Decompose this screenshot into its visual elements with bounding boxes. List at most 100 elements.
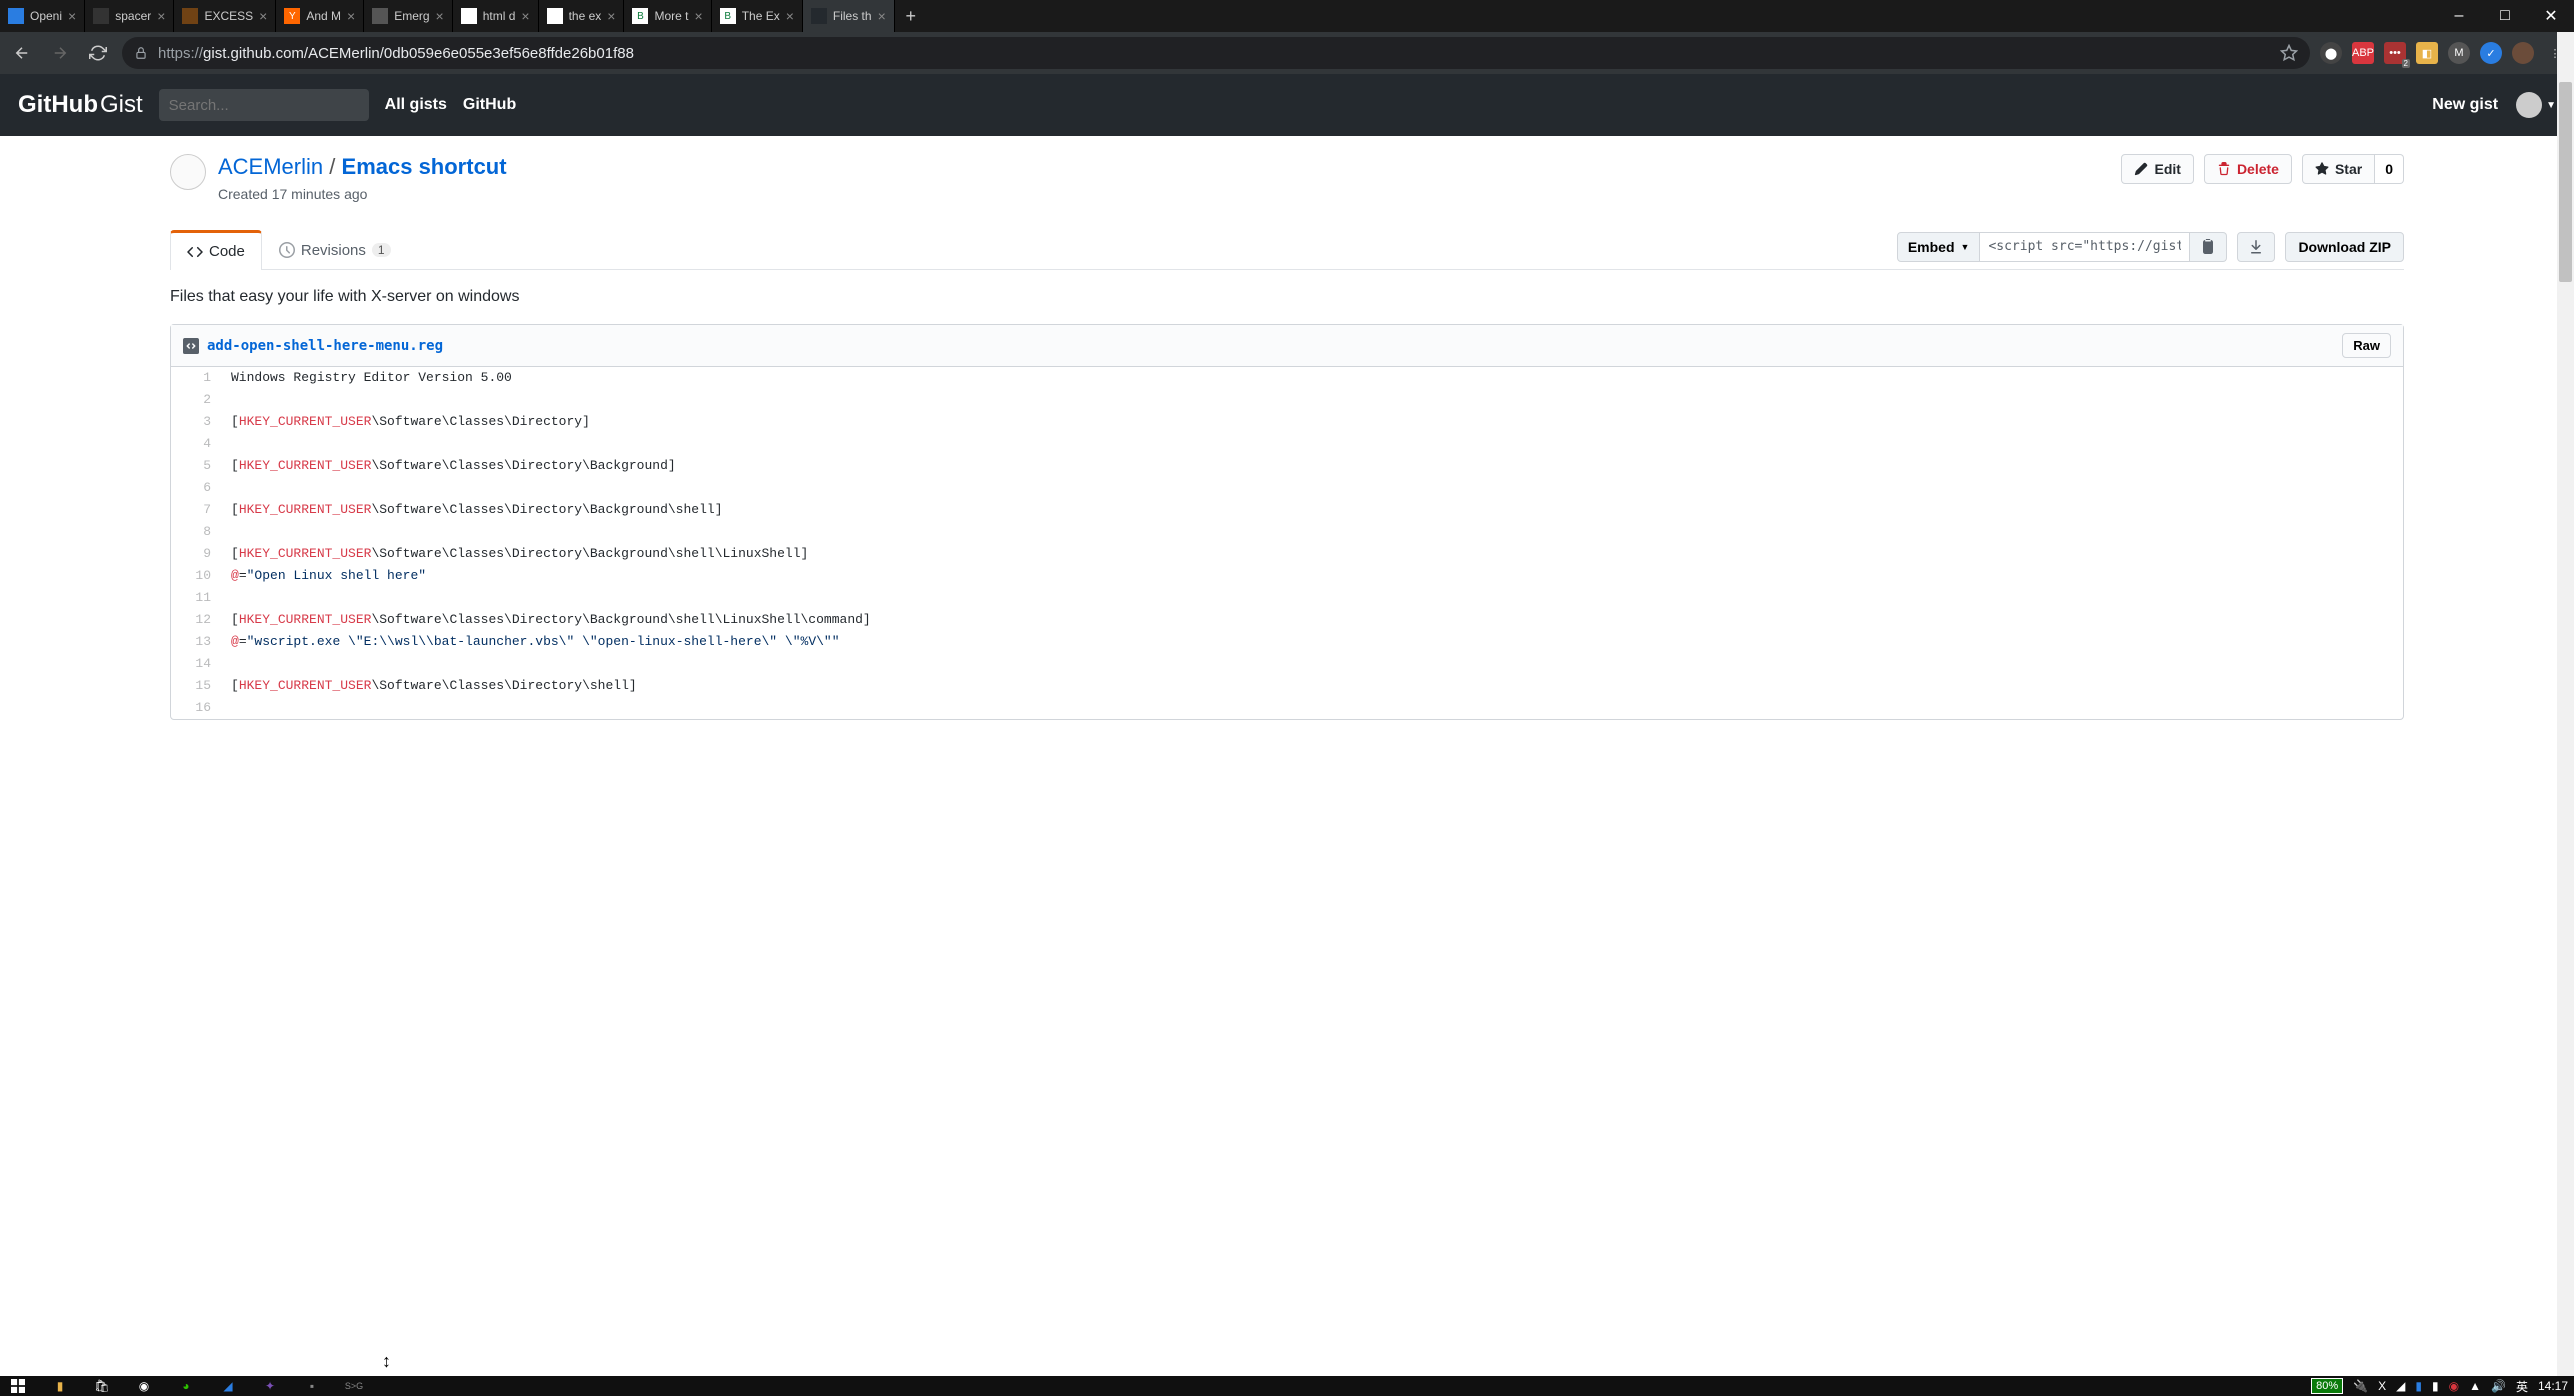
line-number[interactable]: 3	[171, 411, 221, 433]
abp-extension-icon[interactable]: ABP	[2352, 42, 2374, 64]
back-button[interactable]	[8, 39, 36, 67]
code-content[interactable]	[221, 477, 2403, 499]
line-number[interactable]: 11	[171, 587, 221, 609]
browser-tab[interactable]: BMore t×	[624, 0, 711, 32]
line-number[interactable]: 4	[171, 433, 221, 455]
edit-button[interactable]: Edit	[2121, 154, 2193, 184]
code-content[interactable]: @="wscript.exe \"E:\\wsl\\bat-launcher.v…	[221, 631, 2403, 653]
extension-icon[interactable]: ◧	[2416, 42, 2438, 64]
chrome-icon[interactable]: ◉	[132, 1376, 156, 1396]
address-bar[interactable]: https://gist.github.com/ACEMerlin/0db059…	[122, 37, 2310, 69]
profile-avatar-icon[interactable]	[2512, 42, 2534, 64]
code-content[interactable]: [HKEY_CURRENT_USER\Software\Classes\Dire…	[221, 675, 2403, 697]
code-content[interactable]: Windows Registry Editor Version 5.00	[221, 367, 2403, 389]
browser-tab[interactable]: spacer×	[85, 0, 174, 32]
tray-ime[interactable]: 英	[2516, 1378, 2528, 1395]
code-content[interactable]: @="Open Linux shell here"	[221, 565, 2403, 587]
gist-logo[interactable]: GitHubGist	[18, 91, 143, 119]
new-gist-button[interactable]: New gist	[2432, 96, 2498, 114]
line-number[interactable]: 9	[171, 543, 221, 565]
forward-button[interactable]	[46, 39, 74, 67]
line-number[interactable]: 13	[171, 631, 221, 653]
user-menu[interactable]: ▼	[2516, 92, 2556, 118]
app-icon[interactable]: ◢	[216, 1376, 240, 1396]
close-icon[interactable]: ×	[786, 8, 794, 24]
line-number[interactable]: 16	[171, 697, 221, 719]
browser-tab[interactable]: BThe Ex×	[712, 0, 803, 32]
line-number[interactable]: 7	[171, 499, 221, 521]
app-icon[interactable]: ✦	[258, 1376, 282, 1396]
close-icon[interactable]: ×	[259, 8, 267, 24]
code-content[interactable]: [HKEY_CURRENT_USER\Software\Classes\Dire…	[221, 609, 2403, 631]
owner-link[interactable]: ACEMerlin	[218, 154, 323, 179]
close-button[interactable]: ✕	[2528, 0, 2574, 32]
tab-revisions[interactable]: Revisions 1	[262, 231, 408, 269]
code-content[interactable]	[221, 653, 2403, 675]
code-content[interactable]: [HKEY_CURRENT_USER\Software\Classes\Dire…	[221, 455, 2403, 477]
vertical-scrollbar[interactable]	[2557, 32, 2574, 1376]
minimize-button[interactable]: –	[2436, 0, 2482, 32]
line-number[interactable]: 8	[171, 521, 221, 543]
download-button[interactable]	[2237, 232, 2275, 262]
delete-button[interactable]: Delete	[2204, 154, 2292, 184]
tab-code[interactable]: Code	[170, 230, 262, 270]
star-button[interactable]: Star	[2302, 154, 2375, 184]
new-tab-button[interactable]: +	[895, 0, 927, 32]
line-number[interactable]: 12	[171, 609, 221, 631]
file-name-link[interactable]: add-open-shell-here-menu.reg	[207, 338, 443, 354]
tray-icon[interactable]: ▮	[2415, 1379, 2422, 1393]
line-number[interactable]: 15	[171, 675, 221, 697]
app-icon[interactable]: S>G	[342, 1376, 366, 1396]
tray-icon[interactable]: ▮	[2432, 1379, 2439, 1393]
embed-url-input[interactable]	[1980, 232, 2190, 262]
owner-avatar[interactable]	[170, 154, 206, 190]
line-number[interactable]: 6	[171, 477, 221, 499]
download-zip-button[interactable]: Download ZIP	[2285, 232, 2404, 262]
browser-tab[interactable]: Files th×	[803, 0, 895, 32]
line-number[interactable]: 2	[171, 389, 221, 411]
tray-icon[interactable]: ◉	[2449, 1379, 2459, 1393]
scrollbar-thumb[interactable]	[2559, 82, 2572, 282]
code-content[interactable]	[221, 587, 2403, 609]
clock[interactable]: 14:17	[2538, 1379, 2568, 1393]
wechat-icon[interactable]: ◕	[174, 1376, 198, 1396]
terminal-icon[interactable]: ▪	[300, 1376, 324, 1396]
extension-icon[interactable]: ⬤	[2320, 42, 2342, 64]
raw-button[interactable]: Raw	[2342, 333, 2391, 358]
close-icon[interactable]: ×	[436, 8, 444, 24]
close-icon[interactable]: ×	[878, 8, 886, 24]
extension-icon[interactable]: M	[2448, 42, 2470, 64]
browser-tab[interactable]: Openi×	[0, 0, 85, 32]
line-number[interactable]: 1	[171, 367, 221, 389]
bookmark-star-icon[interactable]	[2280, 44, 2298, 62]
gist-name-link[interactable]: Emacs shortcut	[342, 154, 507, 179]
tray-icon[interactable]: ◢	[2396, 1379, 2405, 1393]
nav-github[interactable]: GitHub	[463, 96, 516, 114]
code-content[interactable]: [HKEY_CURRENT_USER\Software\Classes\Dire…	[221, 411, 2403, 433]
maximize-button[interactable]: □	[2482, 0, 2528, 32]
code-content[interactable]	[221, 521, 2403, 543]
line-number[interactable]: 5	[171, 455, 221, 477]
tray-icon[interactable]: ▲	[2469, 1379, 2481, 1393]
copy-button[interactable]	[2190, 232, 2227, 262]
close-icon[interactable]: ×	[695, 8, 703, 24]
embed-dropdown[interactable]: Embed ▼	[1897, 232, 1981, 262]
browser-tab[interactable]: Emerg×	[364, 0, 453, 32]
code-content[interactable]	[221, 389, 2403, 411]
line-number[interactable]: 10	[171, 565, 221, 587]
browser-tab[interactable]: YAnd M×	[276, 0, 364, 32]
extension-icon[interactable]: ✓	[2480, 42, 2502, 64]
file-explorer-icon[interactable]: ▮	[48, 1376, 72, 1396]
star-count[interactable]: 0	[2375, 154, 2404, 184]
close-icon[interactable]: ×	[607, 8, 615, 24]
code-content[interactable]	[221, 433, 2403, 455]
search-input[interactable]	[159, 89, 369, 121]
reload-button[interactable]	[84, 39, 112, 67]
close-icon[interactable]: ×	[157, 8, 165, 24]
close-icon[interactable]: ×	[347, 8, 355, 24]
line-number[interactable]: 14	[171, 653, 221, 675]
store-icon[interactable]: 🛍	[90, 1376, 114, 1396]
tray-icon[interactable]: X	[2378, 1379, 2386, 1393]
code-content[interactable]	[221, 697, 2403, 719]
close-icon[interactable]: ×	[521, 8, 529, 24]
